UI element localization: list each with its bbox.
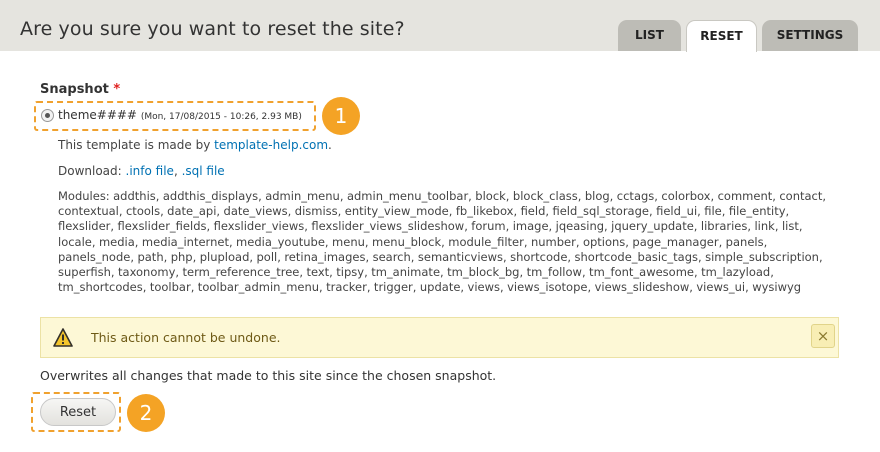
tab-settings[interactable]: SETTINGS [762, 20, 858, 51]
template-credit-suffix: . [328, 138, 332, 152]
info-file-link[interactable]: .info file [126, 164, 174, 178]
snapshot-label-text: Snapshot [40, 82, 109, 97]
page-header: Are you sure you want to reset the site?… [0, 0, 880, 52]
snapshot-name: theme#### [58, 108, 137, 122]
sql-file-link[interactable]: .sql file [182, 164, 225, 178]
snapshot-field-label: Snapshot * [40, 82, 120, 97]
template-credit: This template is made by template-help.c… [58, 138, 332, 152]
overwrite-description: Overwrites all changes that made to this… [40, 368, 497, 383]
reset-button[interactable]: Reset [40, 398, 116, 426]
download-separator: , [173, 164, 182, 178]
snapshot-radio[interactable] [41, 109, 54, 122]
modules-list: Modules: addthis, addthis_displays, admi… [58, 189, 827, 295]
tab-list[interactable]: LIST [618, 20, 681, 51]
step-badge-2: 2 [127, 394, 165, 432]
required-marker: * [113, 82, 121, 97]
template-help-link[interactable]: template-help.com [214, 138, 328, 152]
warning-text: This action cannot be undone. [91, 330, 281, 345]
close-icon[interactable]: × [811, 324, 835, 348]
download-links: Download: .info file, .sql file [58, 164, 225, 178]
warning-triangle-icon [53, 328, 73, 347]
download-prefix: Download: [58, 164, 126, 178]
warning-message: This action cannot be undone. × [40, 317, 839, 358]
snapshot-meta: (Mon, 17/08/2015 - 10:26, 2.93 MB) [140, 112, 302, 122]
tab-reset[interactable]: RESET [686, 20, 757, 52]
step-badge-1: 1 [322, 97, 360, 135]
template-credit-prefix: This template is made by [58, 138, 215, 152]
snapshot-option-label[interactable]: theme#### (Mon, 17/08/2015 - 10:26, 2.93… [58, 108, 302, 122]
page-title: Are you sure you want to reset the site? [20, 18, 405, 40]
